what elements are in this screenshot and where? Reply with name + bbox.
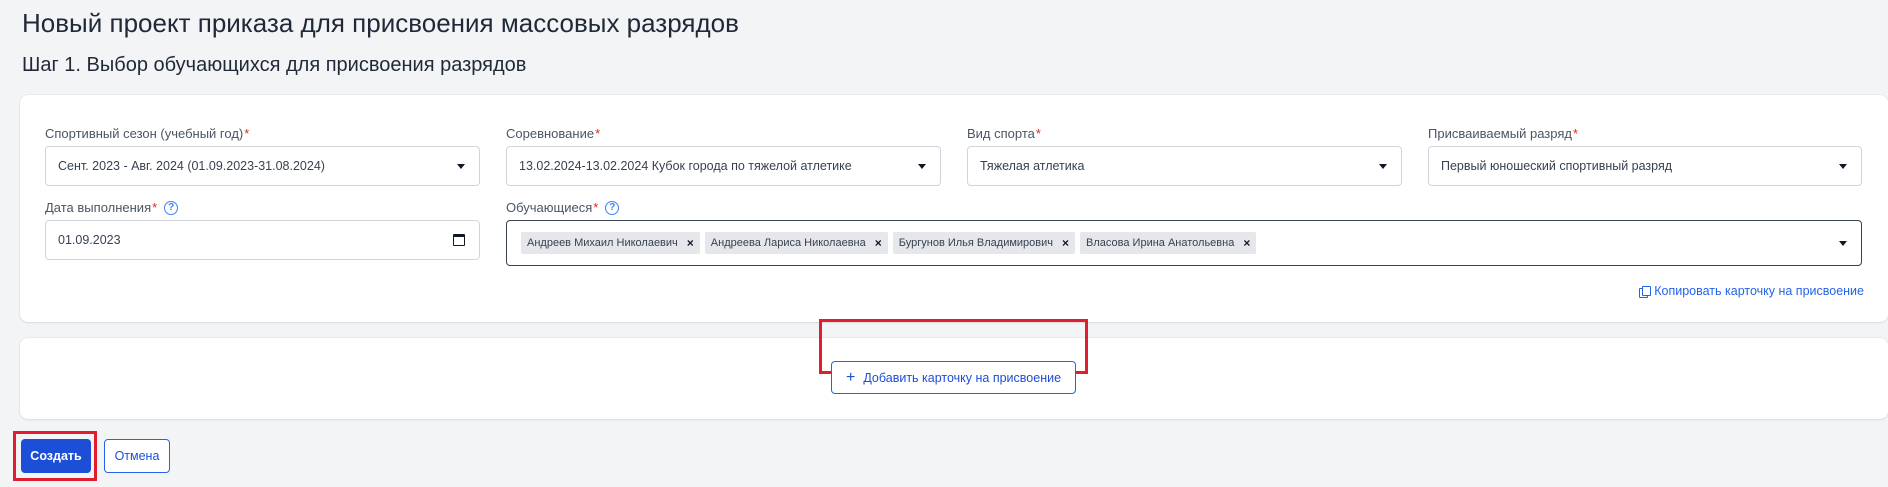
required-mark: *: [244, 126, 250, 141]
page-title: Новый проект приказа для присвоения масс…: [22, 8, 739, 38]
create-button[interactable]: Создать: [21, 439, 91, 473]
caret-down-icon: [457, 164, 465, 169]
calendar-icon[interactable]: [453, 234, 465, 246]
students-multiselect[interactable]: Андреев Михаил Николаевич × Андреева Лар…: [506, 220, 1862, 266]
copy-card-link[interactable]: Копировать карточку на присвоение: [1639, 284, 1864, 298]
students-label: Обучающиеся * ?: [506, 199, 620, 217]
required-mark: *: [595, 126, 601, 141]
rank-select[interactable]: Первый юношеский спортивный разряд: [1428, 146, 1862, 186]
season-select-value: Сент. 2023 - Авг. 2024 (01.09.2023-31.08…: [58, 159, 325, 173]
close-icon[interactable]: ×: [875, 236, 882, 250]
caret-down-icon: [918, 164, 926, 169]
help-icon[interactable]: ?: [164, 201, 179, 215]
assignment-card: Спортивный сезон (учебный год) * Сент. 20…: [20, 95, 1888, 322]
season-select[interactable]: Сент. 2023 - Авг. 2024 (01.09.2023-31.08…: [45, 146, 480, 186]
cancel-button[interactable]: Отмена: [104, 439, 170, 473]
help-icon[interactable]: ?: [605, 201, 620, 215]
student-chip: Андреева Лариса Николаевна ×: [704, 232, 888, 254]
required-mark: *: [152, 200, 158, 215]
competition-select-value: 13.02.2024-13.02.2024 Кубок города по тя…: [519, 159, 852, 173]
plus-icon: +: [845, 368, 856, 386]
close-icon[interactable]: ×: [687, 236, 694, 250]
required-mark: *: [1035, 126, 1041, 141]
rank-select-value: Первый юношеский спортивный разряд: [1441, 159, 1673, 173]
student-chip: Бургунов Илья Владимирович ×: [892, 232, 1076, 254]
sport-select[interactable]: Тяжелая атлетика: [967, 146, 1402, 186]
copy-icon: [1639, 285, 1652, 298]
rank-label: Присваиваемый разряд *: [1428, 126, 1579, 141]
completion-date-input[interactable]: 01.09.2023: [45, 220, 480, 260]
student-chip: Власова Ирина Анатольевна ×: [1080, 232, 1257, 254]
sport-label: Вид спорта *: [967, 126, 1041, 141]
caret-down-icon: [1379, 164, 1387, 169]
completion-date-value: 01.09.2023: [58, 233, 121, 247]
season-label: Спортивный сезон (учебный год) *: [45, 126, 250, 141]
add-card-button[interactable]: + Добавить карточку на присвоение: [831, 361, 1076, 394]
required-mark: *: [593, 200, 599, 215]
caret-down-icon: [1839, 241, 1847, 246]
sport-select-value: Тяжелая атлетика: [980, 159, 1085, 173]
competition-label: Соревнование *: [506, 126, 601, 141]
competition-select[interactable]: 13.02.2024-13.02.2024 Кубок города по тя…: [506, 146, 941, 186]
close-icon[interactable]: ×: [1243, 236, 1250, 250]
caret-down-icon: [1839, 164, 1847, 169]
step-title: Шаг 1. Выбор обучающихся для присвоения …: [22, 54, 527, 76]
student-chip: Андреев Михаил Николаевич ×: [521, 232, 700, 254]
required-mark: *: [1572, 126, 1579, 141]
completion-date-label: Дата выполнения * ?: [45, 199, 179, 217]
close-icon[interactable]: ×: [1062, 236, 1069, 250]
